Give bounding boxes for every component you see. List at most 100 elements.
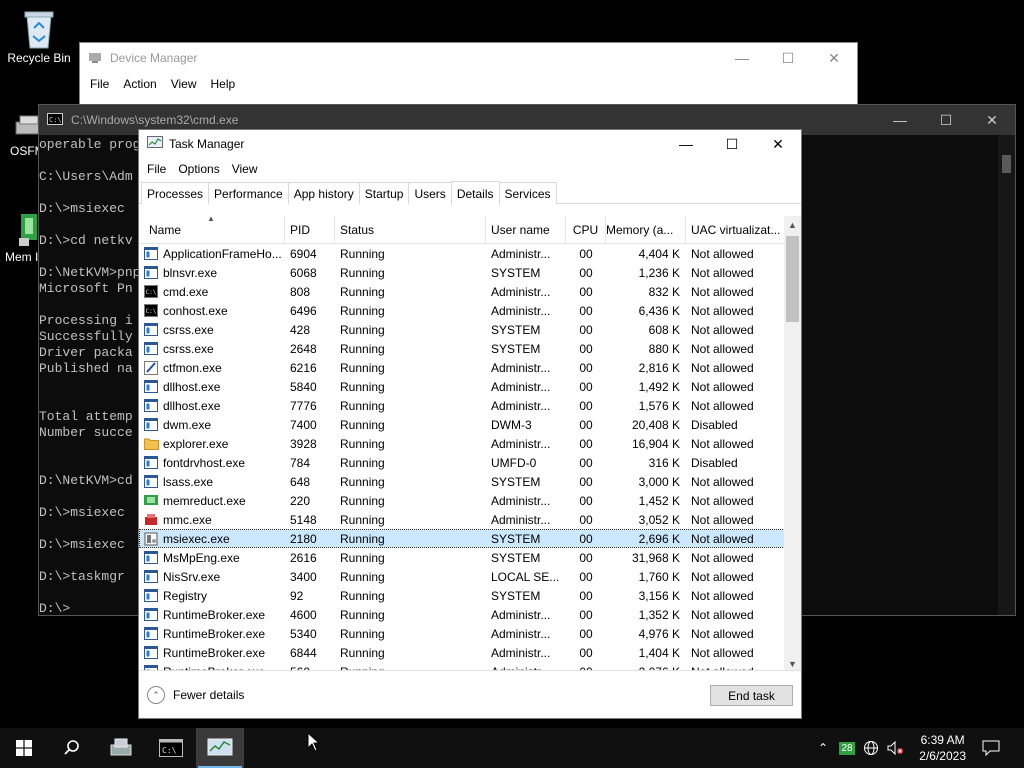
table-row[interactable]: explorer.exe 3928 Running Administr... 00 16,…	[139, 434, 801, 453]
table-row[interactable]: mmc.exe 5148 Running Administr... 00 3,052 K N…	[139, 510, 801, 529]
column-uac-virtualization[interactable]: UAC virtualizat...	[686, 216, 786, 243]
table-scrollbar[interactable]: ▲ ▼	[784, 216, 801, 672]
menu-options[interactable]: Options	[172, 162, 225, 176]
table-row[interactable]: fontdrvhost.exe 784 Running UMFD-0 00 316 K Di…	[139, 453, 801, 472]
volume-muted-icon[interactable]	[884, 728, 906, 768]
scrollbar-thumb[interactable]	[1002, 155, 1011, 173]
desktop-icon-osfm[interactable]: OSFM	[0, 112, 45, 158]
menu-file[interactable]: File	[83, 77, 116, 91]
table-row[interactable]: csrss.exe 2648 Running SYSTEM 00 880 K Not all…	[139, 339, 801, 358]
taskbar-task-manager[interactable]	[196, 728, 244, 768]
menu-view[interactable]: View	[226, 162, 264, 176]
tab-details[interactable]: Details	[450, 181, 500, 205]
table-row[interactable]: csrss.exe 428 Running SYSTEM 00 608 K Not allo…	[139, 320, 801, 339]
tab-processes[interactable]: Processes	[141, 182, 210, 204]
table-row[interactable]: MsMpEng.exe 2616 Running SYSTEM 00 31,968 K No…	[139, 548, 801, 567]
column-user-name[interactable]: User name	[486, 216, 566, 243]
tab-bar: Processes Performance App history Startu…	[139, 180, 801, 205]
tab-performance[interactable]: Performance	[208, 182, 289, 204]
system-clock[interactable]: 6:39 AM 2/6/2023	[919, 732, 966, 764]
end-task-button[interactable]: End task	[710, 685, 793, 706]
cell-mem: 1,404 K	[638, 645, 680, 660]
cell-status: Running	[340, 379, 385, 394]
tab-users[interactable]: Users	[408, 182, 452, 204]
close-button[interactable]: ✕	[755, 130, 801, 158]
cell-user: UMFD-0	[491, 455, 537, 470]
show-hidden-icons-button[interactable]: ⌃	[812, 728, 834, 768]
table-row[interactable]: msiexec.exe 2180 Running SYSTEM 00 2,696 K Not…	[139, 529, 801, 548]
close-button[interactable]: ✕	[811, 43, 857, 73]
cell-cpu: 00	[579, 360, 593, 375]
cell-status: Running	[340, 436, 385, 451]
maximize-button[interactable]: ☐	[709, 130, 755, 158]
desktop-icon-recycle-bin[interactable]: Recycle Bin	[3, 8, 75, 65]
cell-status: Running	[340, 455, 385, 470]
scrollbar-thumb[interactable]	[786, 236, 799, 322]
minimize-button[interactable]: —	[719, 43, 765, 73]
tab-services[interactable]: Services	[498, 182, 557, 204]
taskbar-cmd[interactable]: C:\	[147, 728, 195, 768]
column-pid[interactable]: PID	[285, 216, 335, 243]
cmd-scrollbar[interactable]	[998, 135, 1015, 615]
cell-pid: 6216	[290, 360, 317, 375]
menu-action[interactable]: Action	[116, 77, 163, 91]
cell-mem: 1,236 K	[638, 265, 680, 280]
tab-startup[interactable]: Startup	[358, 182, 410, 204]
cell-pid: 7776	[290, 398, 317, 413]
cell-name: Registry	[139, 589, 285, 603]
column-cpu[interactable]: CPU	[566, 216, 606, 243]
table-row[interactable]: memreduct.exe 220 Running Administr... 00 1,4…	[139, 491, 801, 510]
memreduct-tray-badge: 28	[839, 741, 855, 755]
maximize-button[interactable]: ☐	[923, 105, 969, 135]
desktop-icon-mem[interactable]: Mem I	[0, 212, 40, 264]
table-row[interactable]: C:\ cmd.exe 808 Running Administr... 00 832 K N…	[139, 282, 801, 301]
table-row[interactable]: RuntimeBroker.exe 5340 Running Administr...…	[139, 624, 801, 643]
menu-view[interactable]: View	[164, 77, 204, 91]
table-row[interactable]: ApplicationFrameHo... 6904 Running Administ…	[139, 244, 801, 263]
cell-name: RuntimeBroker.exe	[139, 627, 285, 641]
process-name: csrss.exe	[163, 341, 214, 356]
search-button[interactable]	[48, 728, 96, 768]
close-button[interactable]: ✕	[969, 105, 1015, 135]
process-name: cmd.exe	[163, 284, 209, 299]
cell-status: Running	[340, 550, 385, 565]
tab-app-history[interactable]: App history	[287, 182, 360, 204]
start-button[interactable]	[0, 728, 48, 768]
table-row[interactable]: NisSrv.exe 3400 Running LOCAL SE... 00 1,760 …	[139, 567, 801, 586]
table-row[interactable]: RuntimeBroker.exe 6844 Running Administr...…	[139, 643, 801, 662]
column-status[interactable]: Status	[335, 216, 486, 243]
task-manager-window[interactable]: Task Manager — ☐ ✕ File Options View Pro…	[138, 129, 802, 719]
cell-uac: Not allowed	[691, 341, 754, 356]
table-row[interactable]: dwm.exe 7400 Running DWM-3 00 20,408 K Disable…	[139, 415, 801, 434]
fewer-details-button[interactable]: ⌃ Fewer details	[147, 686, 244, 704]
window-title: C:\Windows\system32\cmd.exe	[71, 113, 239, 127]
minimize-button[interactable]: —	[877, 105, 923, 135]
notifications-button[interactable]	[976, 728, 1006, 768]
scroll-up-icon[interactable]: ▲	[784, 216, 801, 233]
table-row[interactable]: RuntimeBroker.exe 4600 Running Administr...…	[139, 605, 801, 624]
process-name: dwm.exe	[163, 417, 212, 432]
table-row[interactable]: lsass.exe 648 Running SYSTEM 00 3,000 K Not al…	[139, 472, 801, 491]
table-row[interactable]: blnsvr.exe 6068 Running SYSTEM 00 1,236 K Not …	[139, 263, 801, 282]
cell-mem: 1,492 K	[638, 379, 680, 394]
maximize-button[interactable]: ☐	[765, 43, 811, 73]
cell-user: Administr...	[491, 645, 551, 660]
console-output[interactable]: operable prog C:\Users\Adm D:\>msiexec D…	[39, 135, 140, 617]
table-row[interactable]: dllhost.exe 5840 Running Administr... 00 1,49…	[139, 377, 801, 396]
menu-file[interactable]: File	[141, 162, 172, 176]
column-memory[interactable]: Memory (a...	[606, 216, 686, 243]
cell-uac: Not allowed	[691, 626, 754, 641]
table-row[interactable]: ctfmon.exe 6216 Running Administr... 00 2,816…	[139, 358, 801, 377]
table-row[interactable]: Registry 92 Running SYSTEM 00 3,156 K Not allo…	[139, 586, 801, 605]
table-row[interactable]: C:\ conhost.exe 6496 Running Administr... 00 6…	[139, 301, 801, 320]
taskbar-device-manager[interactable]	[98, 728, 146, 768]
memreduct-tray[interactable]: 28	[838, 728, 856, 768]
cell-user: Administr...	[491, 607, 551, 622]
cell-user: SYSTEM	[491, 265, 541, 280]
minimize-button[interactable]: —	[663, 130, 709, 158]
table-row[interactable]: dllhost.exe 7776 Running Administr... 00 1,57…	[139, 396, 801, 415]
network-icon[interactable]	[860, 728, 882, 768]
menu-help[interactable]: Help	[204, 77, 243, 91]
process-name: ctfmon.exe	[163, 360, 222, 375]
cell-name: dllhost.exe	[139, 380, 285, 394]
